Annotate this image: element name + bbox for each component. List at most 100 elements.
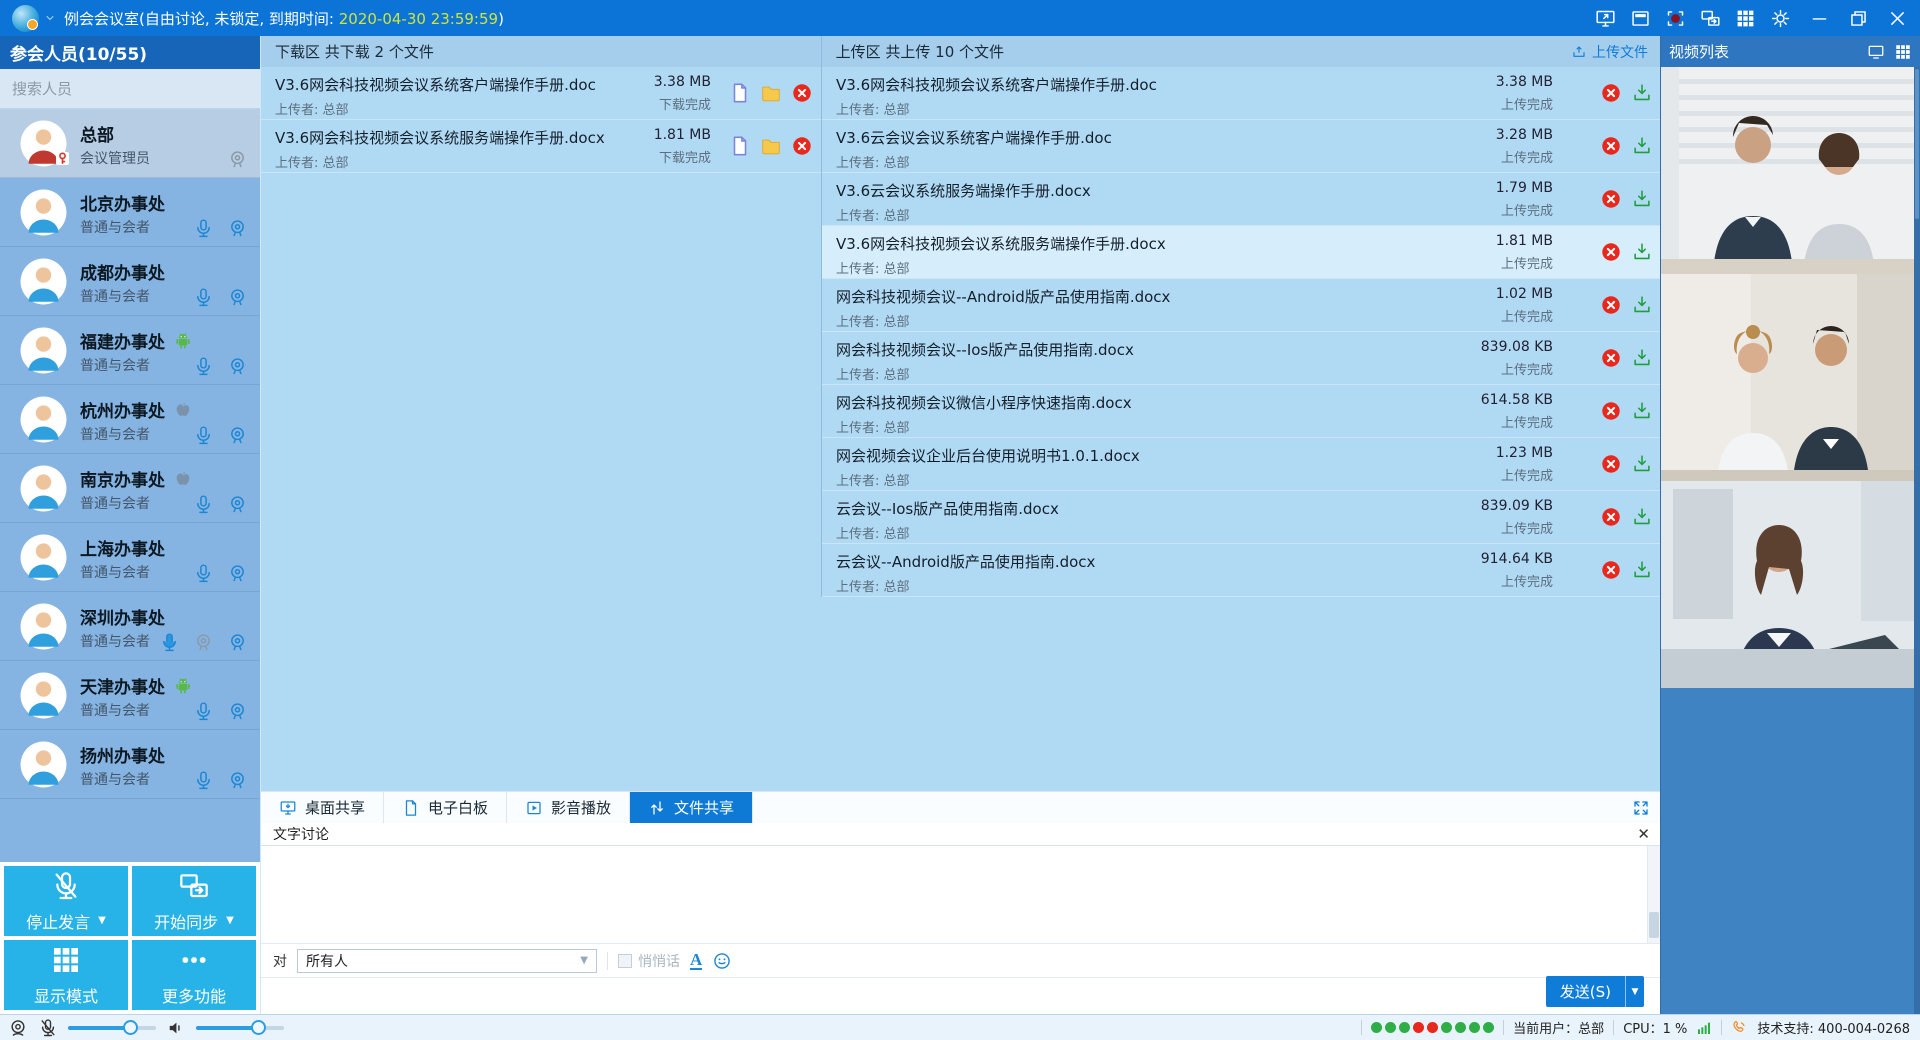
tab-whiteboard[interactable]: 电子白板 xyxy=(384,792,507,823)
participant-row[interactable]: 福建办事处 普通与会者 xyxy=(0,316,260,385)
download-icon[interactable] xyxy=(1631,506,1653,528)
upload-file-row[interactable]: V3.6云会议会议系统客户端操作手册.doc 上传者: 总部 3.28 MB 上… xyxy=(822,120,1661,173)
delete-icon[interactable] xyxy=(1600,135,1622,157)
delete-icon[interactable] xyxy=(1600,82,1622,104)
delete-icon[interactable] xyxy=(1600,347,1622,369)
webcam-icon[interactable] xyxy=(227,563,248,584)
delete-icon[interactable] xyxy=(1600,241,1622,263)
tab-file-share[interactable]: 文件共享 xyxy=(630,792,753,823)
search-bar[interactable] xyxy=(0,69,260,109)
participant-row[interactable]: 总部 会议管理员 xyxy=(0,109,260,178)
checkbox-icon[interactable] xyxy=(618,954,632,968)
window-mode-icon[interactable] xyxy=(1627,5,1653,31)
video-thumbnail-2[interactable] xyxy=(1661,274,1915,481)
chevron-down-icon[interactable] xyxy=(44,12,56,24)
download-icon[interactable] xyxy=(1631,294,1653,316)
participant-row[interactable]: 深圳办事处 普通与会者 xyxy=(0,592,260,661)
delete-icon[interactable] xyxy=(791,135,813,157)
delete-icon[interactable] xyxy=(1600,400,1622,422)
search-icon[interactable] xyxy=(226,78,248,100)
upload-file-row[interactable]: 网会科技视频会议微信小程序快速指南.docx 上传者: 总部 614.58 KB… xyxy=(822,385,1661,438)
speaker-icon[interactable] xyxy=(166,1018,186,1038)
webcam-icon[interactable] xyxy=(227,770,248,791)
chat-close-icon[interactable]: ✕ xyxy=(1637,827,1650,842)
participant-row[interactable]: 天津办事处 普通与会者 xyxy=(0,661,260,730)
layout-grid-icon[interactable] xyxy=(1732,5,1758,31)
tab-desktop-share[interactable]: 桌面共享 xyxy=(261,792,384,823)
mic-icon[interactable] xyxy=(193,356,214,377)
delete-icon[interactable] xyxy=(1600,506,1622,528)
participant-row[interactable]: 杭州办事处 普通与会者 xyxy=(0,385,260,454)
webcam-icon[interactable] xyxy=(227,494,248,515)
dropdown-caret-icon[interactable]: ▼ xyxy=(98,916,106,926)
font-style-icon[interactable]: A xyxy=(690,951,702,970)
mic-icon[interactable] xyxy=(193,701,214,722)
download-icon[interactable] xyxy=(1631,347,1653,369)
download-file-row[interactable]: V3.6网会科技视频会议系统客户端操作手册.doc 上传者: 总部 3.38 M… xyxy=(261,67,821,120)
tab-media-play[interactable]: 影音播放 xyxy=(507,792,630,823)
mic-icon[interactable] xyxy=(193,770,214,791)
minimize-button[interactable] xyxy=(1806,5,1832,31)
upload-file-row[interactable]: 网会科技视频会议--Ios版产品使用指南.docx 上传者: 总部 839.08… xyxy=(822,332,1661,385)
participant-row[interactable]: 扬州办事处 普通与会者 xyxy=(0,730,260,799)
record-icon[interactable] xyxy=(1662,5,1688,31)
webcam-gray-icon[interactable] xyxy=(227,149,248,170)
webcam-gray-icon[interactable] xyxy=(193,632,214,653)
sync-screens-icon[interactable] xyxy=(1697,5,1723,31)
participant-row[interactable]: 南京办事处 普通与会者 xyxy=(0,454,260,523)
upload-file-row[interactable]: V3.6网会科技视频会议系统客户端操作手册.doc 上传者: 总部 3.38 M… xyxy=(822,67,1661,120)
fullscreen-icon[interactable] xyxy=(1632,792,1660,823)
search-input[interactable] xyxy=(12,80,226,98)
delete-icon[interactable] xyxy=(1600,294,1622,316)
mic-icon[interactable] xyxy=(193,563,214,584)
stop-speaking-button[interactable]: 停止发言▼ xyxy=(4,866,128,936)
message-input[interactable]: 发送(S) ▼ xyxy=(261,978,1660,1014)
mic-icon[interactable] xyxy=(193,494,214,515)
start-sync-button[interactable]: 开始同步▼ xyxy=(132,866,256,936)
mic-icon[interactable] xyxy=(193,287,214,308)
participant-row[interactable]: 上海办事处 普通与会者 xyxy=(0,523,260,592)
upload-file-row[interactable]: 网会视频会议企业后台使用说明书1.0.1.docx 上传者: 总部 1.23 M… xyxy=(822,438,1661,491)
webcam-icon[interactable] xyxy=(227,218,248,239)
upload-file-row[interactable]: 网会科技视频会议--Android版产品使用指南.docx 上传者: 总部 1.… xyxy=(822,279,1661,332)
delete-icon[interactable] xyxy=(1600,453,1622,475)
whisper-checkbox[interactable]: 悄悄话 xyxy=(618,951,680,971)
video-grid-icon[interactable] xyxy=(1894,43,1912,61)
download-icon[interactable] xyxy=(1631,559,1653,581)
webcam-status-icon[interactable] xyxy=(8,1018,28,1038)
webcam-icon[interactable] xyxy=(227,701,248,722)
upload-file-button[interactable]: 上传文件 xyxy=(1571,42,1660,62)
chat-scrollbar[interactable] xyxy=(1647,846,1660,943)
upload-file-row[interactable]: 云会议--Android版产品使用指南.docx 上传者: 总部 914.64 … xyxy=(822,544,1661,597)
maximize-button[interactable] xyxy=(1845,5,1871,31)
dropdown-caret-icon[interactable]: ▼ xyxy=(226,916,234,926)
download-file-row[interactable]: V3.6网会科技视频会议系统服务端操作手册.docx 上传者: 总部 1.81 … xyxy=(261,120,821,173)
speaker-volume-slider[interactable] xyxy=(196,1026,284,1030)
download-icon[interactable] xyxy=(1631,241,1653,263)
webcam-icon[interactable] xyxy=(227,632,248,653)
more-functions-button[interactable]: 更多功能 xyxy=(132,940,256,1010)
delete-icon[interactable] xyxy=(1600,559,1622,581)
participant-row[interactable]: 北京办事处 普通与会者 xyxy=(0,178,260,247)
open-folder-icon[interactable] xyxy=(760,82,782,104)
recipient-select[interactable]: 所有人▼ xyxy=(297,949,597,973)
settings-gear-icon[interactable] xyxy=(1767,5,1793,31)
video-thumbnail-3[interactable] xyxy=(1661,481,1915,688)
video-scrollbar[interactable] xyxy=(1914,67,1920,1040)
screen-share-icon[interactable] xyxy=(1592,5,1618,31)
participant-row[interactable]: 成都办事处 普通与会者 xyxy=(0,247,260,316)
webcam-icon[interactable] xyxy=(227,356,248,377)
send-options-caret[interactable]: ▼ xyxy=(1625,976,1644,1007)
download-icon[interactable] xyxy=(1631,400,1653,422)
delete-icon[interactable] xyxy=(791,82,813,104)
display-icon[interactable] xyxy=(1867,43,1885,61)
download-icon[interactable] xyxy=(1631,135,1653,157)
mic-icon[interactable] xyxy=(159,632,180,653)
close-button[interactable] xyxy=(1884,5,1910,31)
emoji-icon[interactable] xyxy=(712,951,732,971)
mic-icon[interactable] xyxy=(193,218,214,239)
upload-file-row[interactable]: V3.6云会议系统服务端操作手册.docx 上传者: 总部 1.79 MB 上传… xyxy=(822,173,1661,226)
mic-muted-status-icon[interactable] xyxy=(38,1018,58,1038)
mic-icon[interactable] xyxy=(193,425,214,446)
download-icon[interactable] xyxy=(1631,82,1653,104)
